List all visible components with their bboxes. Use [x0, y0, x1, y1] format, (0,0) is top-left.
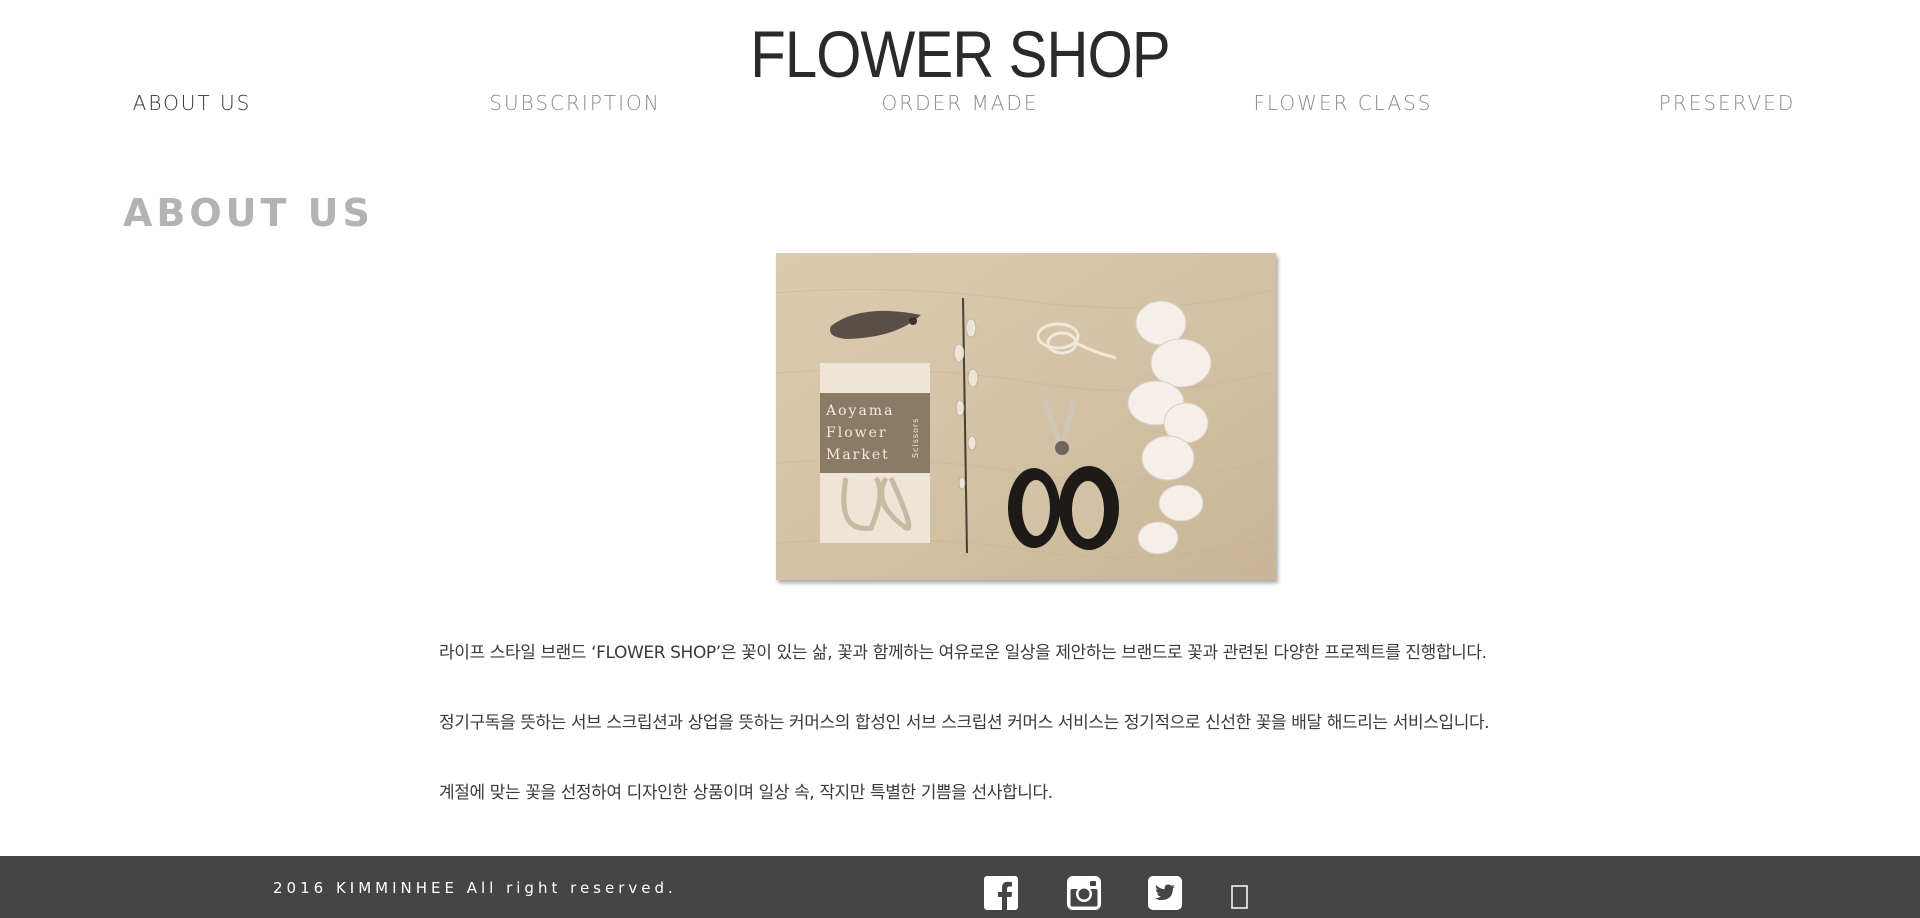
copyright-text: 2016 KIMMINHEE All right reserved.	[273, 879, 677, 897]
about-photo: Aoyama Flower Market Scissors	[776, 253, 1276, 580]
box-text-3: Market	[826, 447, 890, 463]
page-title: ABOUT US	[123, 191, 374, 235]
main-nav: ABOUT US SUBSCRIPTION ORDER MADE FLOWER …	[0, 88, 1920, 118]
nav-item-flower-class[interactable]: FLOWER CLASS	[1213, 88, 1473, 118]
about-paragraph-1: 라이프 스타일 브랜드 ‘FLOWER SHOP’은 꽃이 있는 삶, 꽃과 함…	[439, 643, 1487, 663]
box-side-text: Scissors	[911, 418, 920, 458]
box-text-2: Flower	[826, 425, 888, 441]
nav-item-subscription[interactable]: SUBSCRIPTION	[445, 88, 705, 118]
instagram-icon[interactable]	[1067, 876, 1101, 910]
site-logo[interactable]: FLOWER SHOP	[115, 14, 1805, 94]
footer: 2016 KIMMINHEE All right reserved.	[0, 856, 1920, 918]
missing-glyph-icon[interactable]	[1230, 876, 1250, 910]
box-text-1: Aoyama	[825, 403, 894, 419]
nav-item-order-made[interactable]: ORDER MADE	[830, 88, 1090, 118]
twitter-icon[interactable]	[1148, 876, 1182, 910]
about-paragraph-3: 계절에 맞는 꽃을 선정하여 디자인한 상품이며 일상 속, 작지만 특별한 기…	[439, 783, 1053, 803]
facebook-icon[interactable]	[984, 876, 1018, 910]
about-paragraph-2: 정기구독을 뜻하는 서브 스크립션과 상업을 뜻하는 커머스의 합성인 서브 스…	[439, 713, 1490, 733]
nav-item-about-us[interactable]: ABOUT US	[62, 88, 322, 118]
nav-item-preserved[interactable]: PRESERVED	[1597, 88, 1857, 118]
